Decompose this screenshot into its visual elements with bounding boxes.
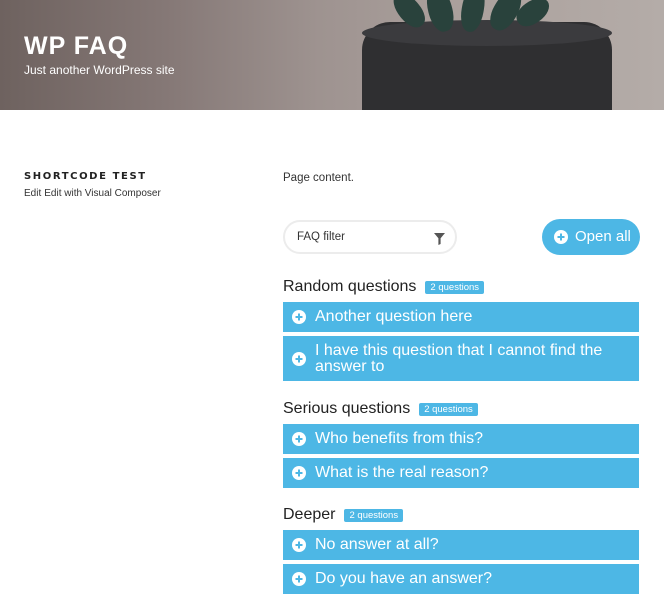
- faq-question[interactable]: No answer at all?: [283, 530, 639, 560]
- header-image-pot-rim: [362, 20, 612, 46]
- faq-question[interactable]: I have this question that I cannot find …: [283, 336, 639, 381]
- plus-circle-icon[interactable]: [292, 432, 306, 446]
- faq-question-text: What is the real reason?: [315, 464, 489, 481]
- faq-filter: [283, 220, 457, 254]
- faq-question[interactable]: Another question here: [283, 302, 639, 332]
- open-all-button[interactable]: Open all: [542, 219, 640, 255]
- plus-circle-icon[interactable]: [292, 310, 306, 324]
- faq-question-text: I have this question that I cannot find …: [315, 342, 603, 375]
- faq-question-text: Who benefits from this?: [315, 430, 484, 447]
- site-title[interactable]: WP FAQ: [24, 32, 128, 61]
- faq-question[interactable]: Do you have an answer?: [283, 564, 639, 594]
- edit-links: Edit Edit with Visual Composer: [24, 188, 164, 199]
- faq-question-text: Another question here: [315, 308, 473, 325]
- page-title: SHORTCODE TEST: [24, 171, 147, 182]
- edit-link[interactable]: Edit: [24, 188, 41, 199]
- faq-category-heading: Random questions 2 questions: [283, 278, 485, 296]
- plus-circle-icon[interactable]: [292, 352, 306, 366]
- page-content: Page content.: [283, 172, 354, 184]
- question-count-badge: 2 questions: [425, 280, 485, 294]
- plus-circle-icon[interactable]: [292, 538, 306, 552]
- edit-with-visual-composer-link[interactable]: Edit with Visual Composer: [44, 188, 161, 199]
- plus-circle-icon[interactable]: [292, 466, 306, 480]
- site-header: WP FAQ Just another WordPress site: [0, 0, 664, 110]
- faq-category-title: Deeper: [283, 506, 336, 523]
- faq-question-text: Do you have an answer?: [315, 570, 492, 587]
- plus-circle-icon[interactable]: [292, 572, 306, 586]
- question-count-badge: 2 questions: [344, 508, 404, 522]
- plus-circle-icon: [554, 230, 568, 244]
- faq-category-heading: Serious questions 2 questions: [283, 400, 478, 418]
- faq-category-title: Serious questions: [283, 400, 411, 417]
- faq-category-title: Random questions: [283, 278, 417, 295]
- faq-question[interactable]: What is the real reason?: [283, 458, 639, 488]
- question-count-badge: 2 questions: [419, 402, 478, 416]
- open-all-label: Open all: [575, 228, 631, 245]
- faq-question[interactable]: Who benefits from this?: [283, 424, 639, 454]
- faq-filter-input[interactable]: [297, 229, 427, 245]
- faq-question-text: No answer at all?: [315, 536, 439, 553]
- faq-category-heading: Deeper 2 questions: [283, 506, 404, 524]
- site-tagline: Just another WordPress site: [24, 63, 175, 77]
- funnel-icon[interactable]: [434, 232, 445, 245]
